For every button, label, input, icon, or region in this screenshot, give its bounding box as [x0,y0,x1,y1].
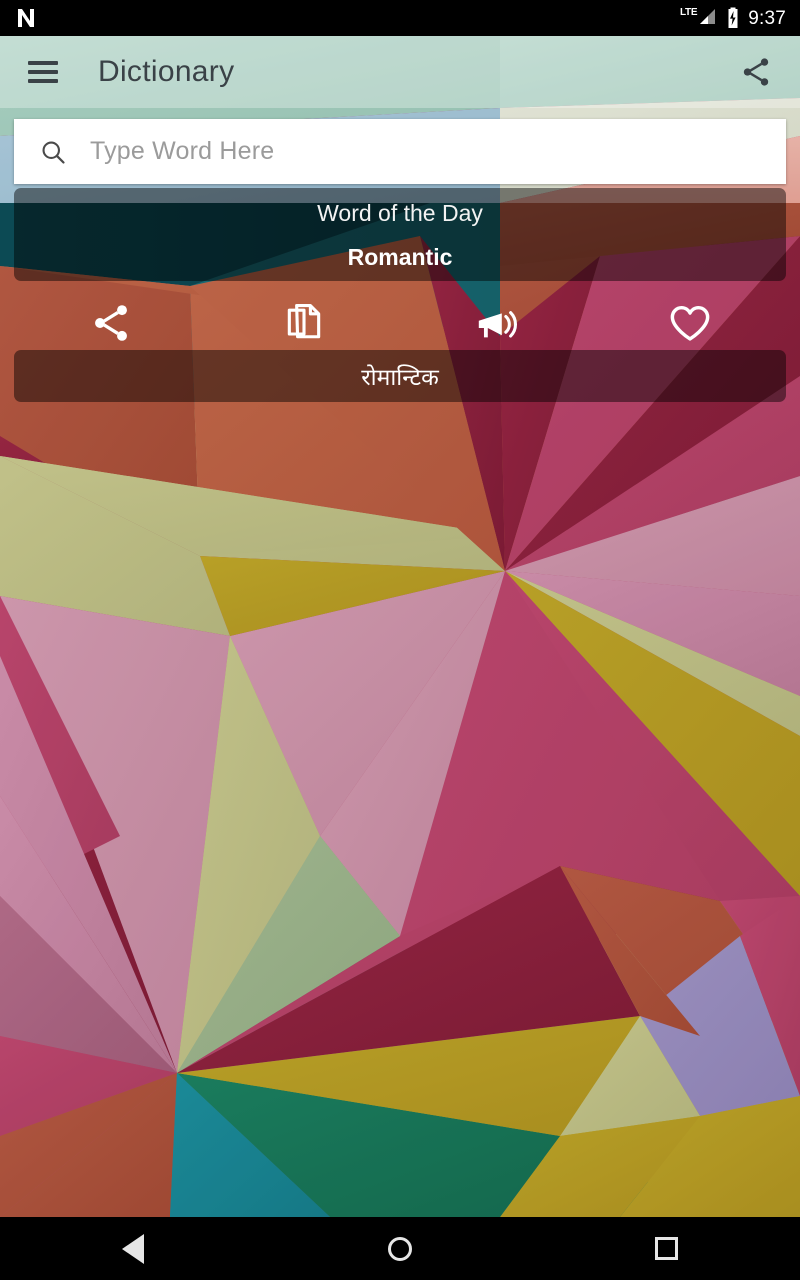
megaphone-sound-icon [478,311,517,338]
translation-card[interactable]: रोमान्टिक [14,350,786,402]
nav-back-button[interactable] [0,1217,267,1280]
status-bar: LTE 9:37 [0,0,800,36]
menu-line [28,79,58,83]
action-row [14,290,786,356]
app-bar-share-button[interactable] [734,50,778,94]
speak-action-button[interactable] [400,290,593,356]
search-placeholder: Type Word Here [90,137,275,165]
page-title: Dictionary [98,55,235,88]
search-icon [38,137,68,167]
copy-documents-icon [287,304,320,339]
nav-home-button[interactable] [267,1217,534,1280]
word-of-the-day-card[interactable]: Word of the Day Romantic [14,188,786,281]
translation-text: रोमान्टिक [361,365,439,391]
favorite-action-button[interactable] [593,290,786,356]
share-icon [94,305,127,341]
nav-recents-button[interactable] [533,1217,800,1280]
network-indicator: LTE [680,7,718,29]
android-navigation-bar [0,1217,800,1280]
battery-charging-icon [728,7,738,28]
word-of-the-day-label: Word of the Day [317,199,483,226]
status-bar-right: LTE 9:37 [680,0,786,36]
share-icon [743,58,769,86]
menu-line [28,70,58,74]
nav-home-circle-icon [388,1236,412,1261]
nav-back-triangle-icon [122,1233,145,1264]
heart-outline-icon [670,305,709,341]
app-bar: Dictionary [0,36,800,108]
status-bar-clock: 9:37 [748,7,786,29]
phone-screen: LTE 9:37 Dictionary Type Word Here Word … [0,0,800,1280]
share-action-button[interactable] [14,290,207,356]
signal-triangle-icon [700,9,716,24]
android-n-logo-icon [18,9,34,27]
copy-action-button[interactable] [207,290,400,356]
hamburger-menu-icon[interactable] [28,61,58,83]
nav-recents-square-icon [655,1237,679,1260]
menu-line [28,61,58,65]
word-of-the-day-word: Romantic [347,243,453,270]
search-input[interactable]: Type Word Here [14,119,786,184]
network-label: LTE [679,7,698,18]
